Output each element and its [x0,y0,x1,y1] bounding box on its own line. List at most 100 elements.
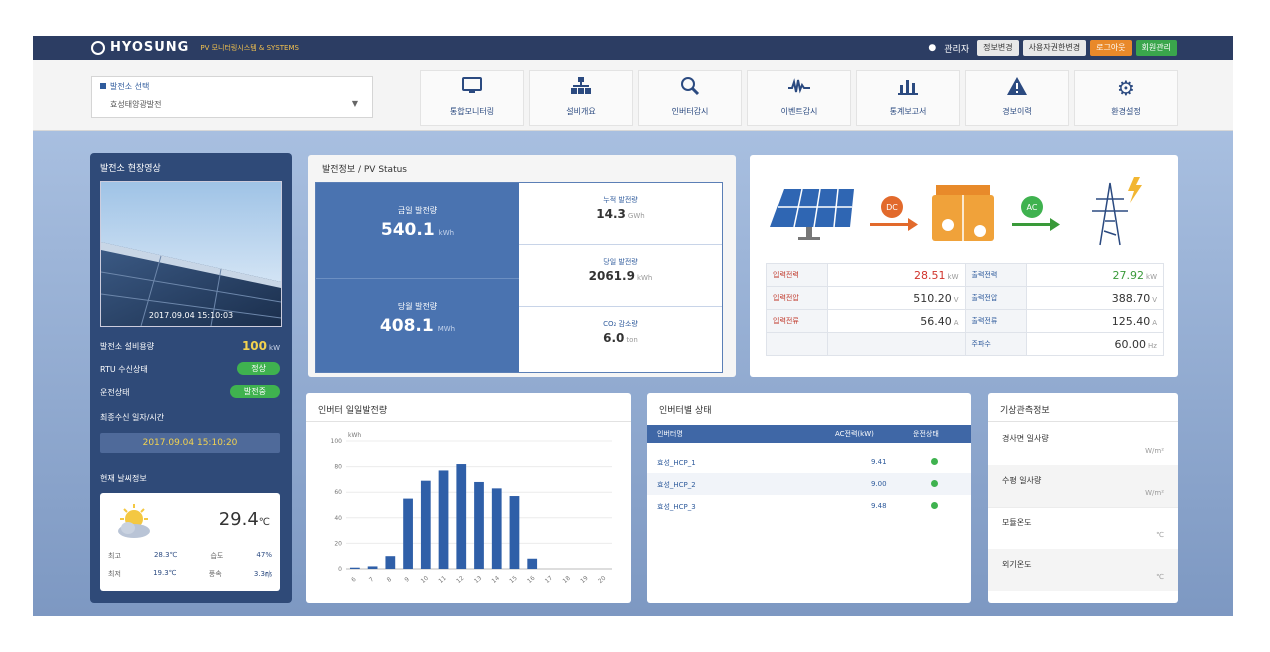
chevron-down-icon[interactable]: ▼ [352,99,358,108]
nav-alarm-history[interactable]: 경보이력 [965,70,1069,126]
inverter-name: 효성_HCP_1 [657,459,696,467]
bar [420,480,431,569]
nav-label: 경보이력 [1002,107,1032,116]
magnifier-icon [639,76,741,100]
power-flow-panel: DC AC 입력전력 28.51 kW 출력전력 27.92 kW 입력전압 5… [750,155,1178,377]
plant-select[interactable]: 발전소 선택 효성태양광발전 ▼ [91,76,373,118]
output-voltage-label: 출력전압 [964,286,1027,310]
partly-cloudy-icon [114,503,154,543]
inverter-name: 효성_HCP_3 [657,503,696,511]
weather-card: 29.4℃ 최고 28.3℃ 습도 47% 최저 19.3℃ 풍속 3.3㎧ [100,493,280,591]
weather-key: 풍속 [208,570,222,578]
top-actions: ● 관리자 정보변경 사용자권한변경 로그아웃 회원관리 [928,40,1177,56]
weather-title: 현재 날씨정보 [100,474,147,483]
power-flow-table: 입력전력 28.51 kW 출력전력 27.92 kW 입력전압 510.20 V 출… [766,263,1164,356]
inverter-table-header: 인버터명 AC전력(kW) 운전상태 [647,425,971,443]
input-voltage-unit: V [953,295,959,304]
gear-icon: ⚙ [1117,76,1135,100]
bar [403,498,413,569]
dc-arrow: DC [870,196,918,231]
nav-facility-overview[interactable]: 설비개요 [529,70,633,126]
input-power-label: 입력전력 [766,263,828,287]
bar [349,567,360,569]
nav-inverter-watch[interactable]: 인버터감시 [638,70,742,126]
x-tick-label: 20 [597,575,607,585]
bar [367,566,378,569]
inverter-row[interactable]: 효성_HCP_3 9.48 [647,495,971,517]
logo[interactable]: HYOSUNG PV 모니터링시스템 & SYSTEMS [91,40,299,55]
y-tick-label: 100 [331,438,343,445]
pv-status-grid: 금일 발전량 540.1 kWh 당월 발전량 408.1 MWh 누적 발전량 1… [315,182,723,373]
total-generation-unit: GWh [627,212,645,220]
weather-sensor-panel: 기상관측정보 경사면 일사량 W/m² 수평 일사량 W/m² 모듈온도 ℃ 외… [988,393,1178,603]
weather-key: 습도 [210,552,224,560]
inverter-status-title: 인버터별 상태 [659,406,712,416]
user-permission-button[interactable]: 사용자권한변경 [1022,40,1087,56]
member-manage-button[interactable]: 회원관리 [1135,40,1177,56]
input-voltage-label: 입력전압 [766,286,828,310]
rtu-label: RTU 수신상태 [100,365,148,374]
column-header: 운전상태 [913,430,939,438]
today-generation: 금일 발전량 540.1 kWh [316,183,519,277]
ac-label: AC [1027,203,1038,212]
inverter-icon [932,185,994,241]
top-bar: HYOSUNG PV 모니터링시스템 & SYSTEMS ● 관리자 정보변경 … [33,36,1233,60]
dc-label: DC [886,203,898,212]
nav-label: 인버터감시 [671,107,709,116]
x-tick-label: 6 [350,576,358,584]
sensor-label: 경사면 일사량 [1002,434,1049,443]
daily-generation-unit: kWh [636,274,653,282]
x-tick-label: 15 [508,575,518,585]
waveform-icon [748,76,850,100]
nav-settings[interactable]: ⚙ 환경설정 [1074,70,1178,126]
nav-statistics-report[interactable]: 통계보고서 [856,70,960,126]
output-current-label: 출력전류 [964,309,1027,333]
capacity-row: 발전소 설비용량 100 kW [100,339,280,355]
power-flow-diagram: DC AC [770,177,1142,246]
x-tick-label: 18 [562,575,572,585]
co2-reduction-label: CO₂ 감소량 [603,320,638,328]
divider [306,421,631,422]
status-dot-icon [931,458,938,465]
bar [509,496,520,569]
bar [527,558,538,569]
co2-reduction: CO₂ 감소량 6.0 ton [519,307,722,369]
sensor-item: 외기온도 ℃ [988,549,1178,591]
bar [385,556,396,569]
column-header: AC전력(kW) [835,430,874,438]
nav-event-watch[interactable]: 이벤트감시 [747,70,851,126]
inverter-row[interactable]: 효성_HCP_2 9.00 [647,473,971,495]
daily-generation-label: 당일 발전량 [603,258,638,266]
nav-integrated-monitoring[interactable]: 통합모니터링 [420,70,524,126]
empty-cell [766,332,828,356]
edit-info-button[interactable]: 정보변경 [977,40,1019,56]
ac-arrow: AC [1012,196,1060,231]
logout-button[interactable]: 로그아웃 [1090,40,1132,56]
x-tick-label: 8 [386,576,394,584]
solar-panel-icon [770,188,854,240]
inverter-name: 효성_HCP_2 [657,481,696,489]
total-generation-value: 14.3 [596,207,626,221]
rtu-row: RTU 수신상태 정상 [100,362,280,378]
last-receive-row: 최종수신 일자/시간 [100,410,280,426]
frequency-label: 주파수 [964,332,1027,356]
x-tick-label: 11 [437,575,447,585]
input-current-value: 56.40 [920,314,952,328]
bar-chart-icon [857,76,959,100]
hourly-generation-chart: kWh 0 20 40 60 80 100 6 7 8 9 10 11 12 13 14 15 16 17 18 19 2… [312,427,622,597]
inverter-row[interactable]: 효성_HCP_1 9.41 [647,451,971,473]
user-icon: ● [928,43,937,53]
flow-row: 입력전류 56.40 A 출력전류 125.40 A [766,309,1164,333]
y-tick-label: 60 [334,489,342,496]
frequency-value: 60.00 [1114,337,1147,351]
nav-bar: 발전소 선택 효성태양광발전 ▼ 통합모니터링 설비개요 인버터감시 이벤트감시… [33,60,1233,131]
output-current-value: 125.40 [1111,314,1151,328]
status-dot-icon [931,480,938,487]
daily-generation: 당일 발전량 2061.9 kWh [519,245,722,307]
plant-photo[interactable]: 2017.09.04 15:10:03 [100,181,282,327]
last-receive-label: 최종수신 일자/시간 [100,413,165,422]
x-tick-label: 13 [473,575,483,585]
last-receive-time: 2017.09.04 15:10:20 [100,433,280,453]
plant-select-value: 효성태양광발전 [110,100,162,109]
x-tick-label: 12 [455,575,465,585]
